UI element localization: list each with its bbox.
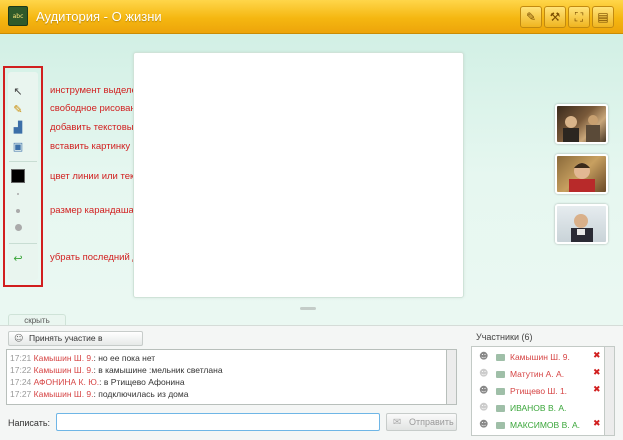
wrench-icon: ⚒ — [549, 10, 561, 24]
send-button[interactable]: ✉ Отправить — [386, 413, 457, 431]
pencil-icon[interactable]: ✎ — [10, 103, 26, 117]
image-icon[interactable]: ▣ — [10, 140, 26, 154]
chat-message: 17:24 АФОНИНА К. Ю.: в Ртищево Афонина — [10, 377, 185, 387]
camera-icon — [496, 354, 505, 361]
remove-icon[interactable]: ✖ — [593, 368, 601, 378]
participants-title: Участники (6) — [476, 332, 533, 342]
tool-divider — [9, 243, 37, 244]
camera-icon — [496, 371, 505, 378]
chat-message: 17:27 Камышин Ш. 9.: подключилась из дом… — [10, 389, 189, 399]
tool-divider — [9, 161, 37, 162]
participant-row[interactable]: ☻ Матутин А. А. ✖ — [472, 366, 604, 383]
avatar-icon: ☻ — [479, 352, 489, 362]
header-document-button[interactable]: ▤ — [592, 6, 614, 28]
size-medium-dot[interactable] — [16, 209, 20, 213]
avatar-icon: ☻ — [479, 403, 489, 413]
header-pencil-button[interactable]: ✎ — [520, 6, 542, 28]
video-thumbnail-2[interactable] — [555, 154, 608, 194]
header-bar: abc Аудитория - О жизни ✎ ⚒ ⛶ ▤ — [0, 0, 623, 34]
participant-row[interactable]: ☻ Ртищево Ш. 1. ✖ — [472, 383, 604, 400]
select-cursor-icon[interactable]: ↖ — [10, 85, 26, 99]
page-title: Аудитория - О жизни — [36, 9, 162, 24]
video-frame-image — [571, 214, 593, 242]
remove-icon[interactable]: ✖ — [593, 385, 601, 395]
video-thumbnail-3[interactable] — [555, 204, 608, 244]
send-label: Отправить — [409, 417, 454, 427]
video-thumbnail-1[interactable] — [555, 104, 608, 144]
undo-icon[interactable]: ↩ — [10, 252, 26, 266]
header-fullscreen-button[interactable]: ⛶ — [568, 6, 590, 28]
document-icon: ▤ — [597, 10, 609, 24]
size-small-dot[interactable] — [17, 193, 19, 195]
participants-list: ☻ Камышин Ш. 9. ✖ ☻ Матутин А. А. ✖ ☻ Рт… — [471, 346, 605, 436]
remove-icon[interactable]: ✖ — [593, 351, 601, 361]
camera-icon — [496, 422, 505, 429]
resize-handle[interactable] — [300, 307, 316, 310]
whiteboard-canvas[interactable] — [133, 52, 464, 298]
video-frame-image — [563, 115, 600, 142]
header-wrench-button[interactable]: ⚒ — [544, 6, 566, 28]
video-frame-image — [569, 163, 595, 192]
write-label: Написать: — [8, 418, 51, 428]
send-icon: ✉ — [393, 417, 402, 428]
chat-scrollbar[interactable] — [447, 349, 457, 405]
avatar-icon: ☻ — [479, 420, 489, 430]
color-picker[interactable] — [11, 169, 25, 183]
pencil-icon: ✎ — [525, 10, 537, 24]
chat-message: 17:21 Камышин Ш. 9.: но ее пока нет — [10, 353, 156, 363]
participant-row[interactable]: ☻ ИВАНОВ В. А. — [472, 400, 604, 417]
remove-icon[interactable]: ✖ — [593, 419, 601, 429]
size-large-dot[interactable] — [15, 224, 22, 231]
participant-row[interactable]: ☻ МАКСИМОВ В. А. ✖ — [472, 417, 604, 434]
camera-icon — [496, 405, 505, 412]
camera-icon — [496, 388, 505, 395]
annotation-image: вставить картинку — [50, 141, 131, 152]
app-logo: abc — [8, 6, 28, 26]
avatar-icon: ☻ — [479, 369, 489, 379]
fullscreen-icon: ⛶ — [574, 10, 584, 24]
join-video-button[interactable]: ☺ Принять участие в видеочате — [8, 331, 143, 356]
avatar-icon: ☻ — [479, 386, 489, 396]
chat-log: 17:21 Камышин Ш. 9.: но ее пока нет 17:2… — [6, 349, 447, 405]
chat-message: 17:22 Камышин Ш. 9.: в камышине :мельник… — [10, 365, 223, 375]
participant-row[interactable]: ☻ Камышин Ш. 9. ✖ — [472, 349, 604, 366]
text-block-icon[interactable]: ▟ — [10, 121, 26, 135]
message-input[interactable] — [56, 413, 380, 431]
user-icon: ☺ — [14, 334, 24, 344]
participants-scrollbar[interactable] — [605, 346, 615, 436]
